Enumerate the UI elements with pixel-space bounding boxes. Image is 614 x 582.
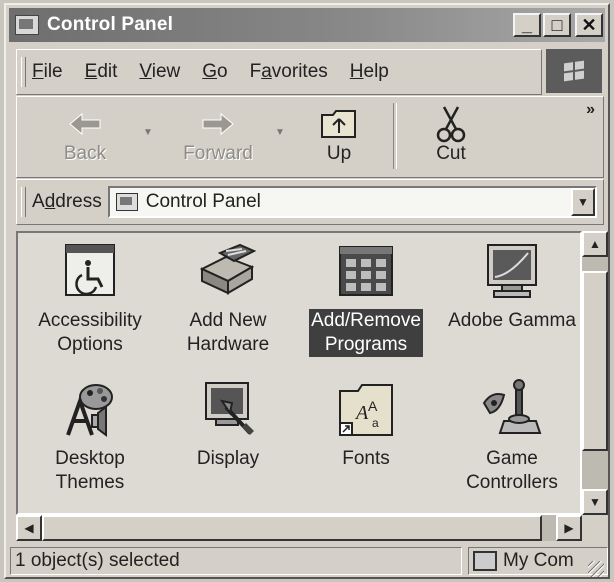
- address-combobox[interactable]: Control Panel ▼: [107, 186, 597, 218]
- forward-dropdown-icon[interactable]: ▼: [275, 127, 285, 138]
- item-desktop-themes[interactable]: Desktop Themes: [20, 377, 160, 495]
- windows-flag-icon: [564, 60, 584, 82]
- menu-bar: File Edit View Go Favorites Help: [16, 49, 542, 95]
- item-label-line1: Display: [196, 448, 260, 469]
- item-label-line1: Desktop: [55, 448, 125, 469]
- item-label-line2: Programs: [324, 334, 408, 355]
- item-label-line1: Accessibility: [38, 310, 142, 331]
- cut-label: Cut: [436, 143, 466, 164]
- display-icon: [196, 377, 260, 441]
- up-label: Up: [326, 143, 352, 164]
- status-zone-label: My Com: [503, 550, 574, 571]
- accessibility-icon: [58, 239, 122, 303]
- item-add-remove-programs[interactable]: Add/Remove Programs: [296, 239, 436, 357]
- menu-go[interactable]: Go: [202, 61, 227, 83]
- item-label-line2: Options: [57, 334, 123, 355]
- scroll-up-button[interactable]: ▲: [582, 231, 608, 257]
- item-add-new-hardware[interactable]: Add New Hardware: [158, 239, 298, 357]
- item-fonts[interactable]: A A a Fonts: [296, 377, 436, 471]
- minimize-button[interactable]: _: [513, 13, 541, 37]
- add-remove-programs-icon: [334, 239, 398, 303]
- status-selection-text: 1 object(s) selected: [10, 547, 462, 575]
- item-label-line1: Game: [486, 448, 538, 469]
- forward-arrow-icon: [163, 105, 273, 143]
- item-label-line1: Add/Remove: [311, 310, 421, 331]
- item-label-line2: Controllers: [466, 472, 558, 493]
- item-label-line1: Fonts: [342, 448, 390, 469]
- back-arrow-icon: [45, 105, 125, 143]
- item-label-line2: Themes: [55, 472, 125, 493]
- svg-text:A: A: [368, 398, 378, 414]
- menu-bar-grip[interactable]: [21, 57, 26, 87]
- item-label-line1: Add New: [189, 310, 267, 331]
- back-dropdown-icon[interactable]: ▼: [143, 127, 153, 138]
- item-label-line2: Hardware: [186, 334, 270, 355]
- joystick-icon: [480, 377, 544, 441]
- menu-edit[interactable]: Edit: [85, 61, 118, 83]
- item-display[interactable]: Display: [158, 377, 298, 471]
- maximize-button[interactable]: □: [543, 13, 571, 37]
- item-adobe-gamma[interactable]: Adobe Gamma: [442, 239, 580, 333]
- menu-favorites[interactable]: Favorites: [250, 61, 328, 83]
- address-bar-grip[interactable]: [21, 187, 26, 217]
- item-accessibility-options[interactable]: Accessibility Options: [20, 239, 160, 357]
- address-bar: Address Control Panel ▼: [16, 179, 604, 225]
- up-button[interactable]: Up: [299, 105, 379, 165]
- item-label-line1: Adobe Gamma: [448, 310, 576, 331]
- menu-view[interactable]: View: [139, 61, 180, 83]
- control-panel-window: Control Panel _ □ ✕ File Edit View Go Fa…: [4, 3, 610, 579]
- forward-label: Forward: [183, 143, 253, 164]
- address-label: Address: [32, 191, 102, 212]
- address-dropdown-button[interactable]: ▼: [571, 188, 595, 216]
- my-computer-icon: [473, 551, 497, 571]
- back-label: Back: [63, 143, 107, 164]
- scroll-right-button[interactable]: ▶: [556, 515, 582, 541]
- scrollbar-corner: [582, 515, 608, 541]
- desktop-themes-icon: [58, 377, 122, 441]
- status-zone: My Com: [468, 547, 608, 575]
- standard-toolbar: Back ▼ Forward ▼ Up Cut »: [16, 96, 604, 178]
- horizontal-scrollbar[interactable]: ◀ ▶: [16, 515, 582, 541]
- control-panel-items: Accessibility Options Add New Hardware A…: [16, 231, 582, 515]
- toolbar-more-chevron[interactable]: »: [586, 101, 595, 119]
- forward-button[interactable]: Forward: [163, 105, 273, 165]
- horizontal-scroll-thumb[interactable]: [42, 515, 542, 541]
- title-bar[interactable]: Control Panel _ □ ✕: [9, 8, 605, 42]
- window-title: Control Panel: [47, 14, 174, 35]
- scroll-down-button[interactable]: ▼: [582, 489, 608, 515]
- control-panel-small-icon: [115, 193, 138, 211]
- resize-grip[interactable]: [588, 561, 604, 577]
- toolbar-separator: [393, 103, 397, 169]
- windows-logo: [546, 49, 602, 93]
- monitor-icon: [480, 239, 544, 303]
- svg-text:a: a: [372, 416, 379, 430]
- up-folder-icon: [299, 105, 379, 143]
- svg-text:A: A: [354, 402, 369, 424]
- address-input[interactable]: Control Panel: [146, 191, 261, 213]
- cut-button[interactable]: Cut: [411, 105, 491, 165]
- scroll-left-button[interactable]: ◀: [16, 515, 42, 541]
- menu-file[interactable]: File: [32, 61, 63, 83]
- menu-help[interactable]: Help: [350, 61, 389, 83]
- hardware-icon: [196, 239, 260, 303]
- vertical-scrollbar[interactable]: ▲ ▼: [582, 231, 608, 515]
- back-button[interactable]: Back: [45, 105, 125, 165]
- fonts-folder-icon: A A a: [334, 377, 398, 441]
- control-panel-icon[interactable]: [15, 15, 39, 35]
- item-game-controllers[interactable]: Game Controllers: [442, 377, 580, 495]
- scissors-icon: [411, 105, 491, 143]
- close-button[interactable]: ✕: [575, 13, 603, 37]
- vertical-scroll-thumb[interactable]: [582, 271, 608, 451]
- status-bar: 1 object(s) selected My Com: [10, 545, 608, 577]
